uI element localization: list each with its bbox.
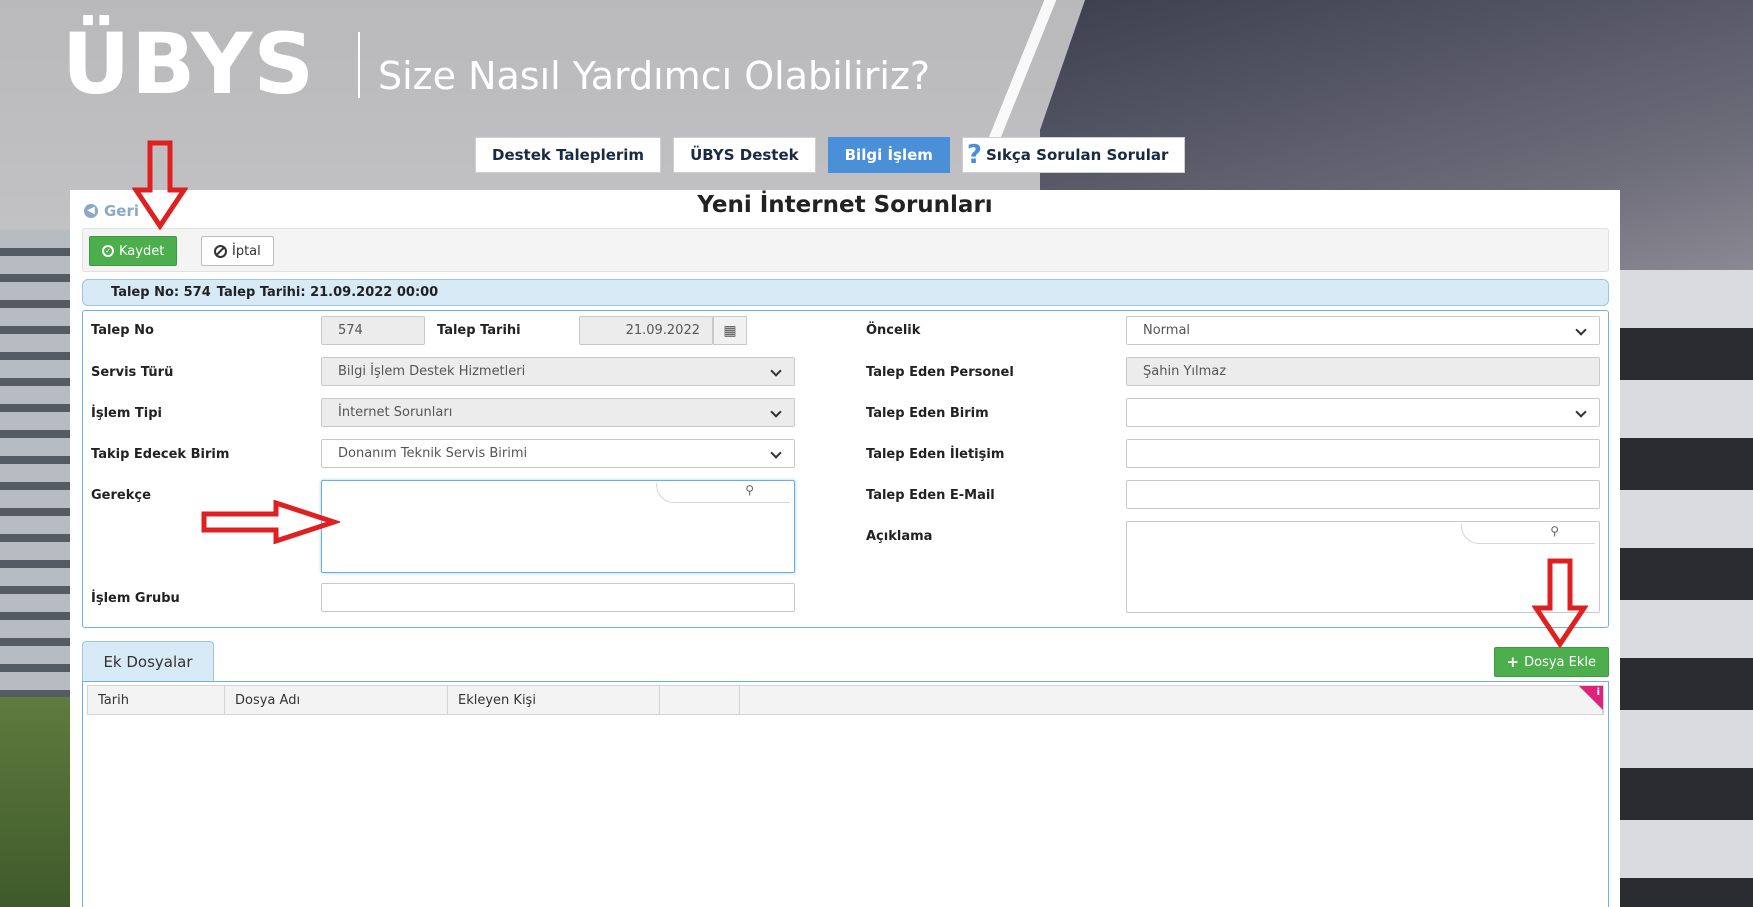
takip-edecek-birim-select[interactable]: Donanım Teknik Servis Birimi (321, 439, 795, 468)
add-file-label: Dosya Ekle (1524, 654, 1596, 670)
label-servis-turu: Servis Türü (91, 365, 174, 380)
label-islem-grubu: İşlem Grubu (91, 591, 180, 606)
tab-ek-dosyalar[interactable]: Ek Dosyalar (82, 641, 214, 681)
tab-sss[interactable]: ? Sıkça Sorulan Sorular (961, 137, 1186, 173)
label-talep-no: Talep No (91, 323, 154, 338)
label-talep-eden-personel: Talep Eden Personel (866, 365, 1014, 380)
info-talep-no: Talep No: 574 (111, 285, 211, 300)
label-islem-tipi: İşlem Tipi (91, 406, 163, 421)
main-panel: Yeni İnternet Sorunları ◀ Geri ✓ Kaydet … (70, 190, 1620, 907)
check-circle-icon: ✓ (102, 245, 114, 257)
cancel-button[interactable]: İptal (201, 236, 274, 266)
talep-eden-personel-field: Şahin Yılmaz (1126, 357, 1600, 386)
search-icon: ⚲ (1550, 524, 1559, 538)
toolbar: ✓ Kaydet İptal (82, 228, 1609, 272)
info-talep-tarihi: Talep Tarihi: 21.09.2022 00:00 (216, 285, 439, 300)
attachments-grid: Tarih Dosya Adı Ekleyen Kişi i (82, 681, 1609, 907)
page-title: Yeni İnternet Sorunları (697, 192, 993, 218)
tab-sss-label: Sıkça Sorulan Sorular (986, 146, 1169, 164)
info-icon: i (1596, 687, 1600, 698)
calendar-icon[interactable]: ▦ (713, 316, 747, 345)
gerekce-textarea[interactable]: ⚲ (321, 480, 795, 573)
request-form: Talep No 574 Talep Tarihi 21.09.2022 ▦ S… (82, 310, 1609, 628)
servis-turu-select[interactable]: Bilgi İşlem Destek Hizmetleri (321, 357, 795, 386)
background-building-right (1618, 270, 1753, 907)
tagline: Size Nasıl Yardımcı Olabiliriz? (378, 54, 931, 98)
label-talep-eden-email: Talep Eden E-Mail (866, 488, 995, 503)
save-label: Kaydet (119, 243, 165, 259)
talep-tarihi-field: 21.09.2022 (579, 316, 713, 345)
column-tarih[interactable]: Tarih (88, 686, 225, 714)
column-dosya-adi[interactable]: Dosya Adı (225, 686, 448, 714)
ban-icon (214, 244, 227, 258)
column-empty-1 (660, 686, 740, 714)
brand-separator (358, 32, 360, 98)
tab-destek-taleplerim[interactable]: Destek Taleplerim (475, 137, 662, 173)
talep-eden-email-field[interactable] (1126, 480, 1600, 509)
label-oncelik: Öncelik (866, 323, 921, 338)
arrow-left-icon: ◀ (84, 204, 98, 218)
save-button[interactable]: ✓ Kaydet (89, 236, 178, 266)
islem-tipi-select[interactable]: İnternet Sorunları (321, 398, 795, 427)
label-takip-edecek-birim: Takip Edecek Birim (91, 447, 230, 462)
background-building-left (0, 230, 70, 907)
islem-grubu-field[interactable] (321, 583, 795, 612)
annotation-arrow-down-add-file (1532, 558, 1588, 648)
brand-logo: ÜBYS (62, 15, 315, 113)
aciklama-textarea[interactable]: ⚲ (1126, 521, 1600, 613)
cancel-label: İptal (232, 243, 261, 259)
question-icon: ? (966, 140, 982, 170)
gerekce-search[interactable]: ⚲ (656, 483, 790, 503)
column-ekleyen-kisi[interactable]: Ekleyen Kişi (448, 686, 660, 714)
label-talep-tarihi: Talep Tarihi (437, 323, 521, 338)
grid-header: Tarih Dosya Adı Ekleyen Kişi i (87, 685, 1604, 715)
annotation-arrow-down-save (132, 140, 188, 230)
label-talep-eden-iletisim: Talep Eden İletişim (866, 447, 1005, 462)
add-file-button[interactable]: + Dosya Ekle (1493, 647, 1609, 677)
tab-bilgi-islem[interactable]: Bilgi İşlem (827, 137, 950, 173)
label-talep-eden-birim: Talep Eden Birim (866, 406, 989, 421)
top-nav: Destek Taleplerim ÜBYS Destek Bilgi İşle… (475, 137, 1186, 173)
annotation-arrow-right-gerekce (201, 500, 340, 544)
aciklama-search[interactable]: ⚲ (1461, 524, 1595, 544)
oncelik-select[interactable]: Normal (1126, 316, 1600, 345)
label-aciklama: Açıklama (866, 529, 933, 544)
request-info-bar: Talep No: 574 Talep Tarihi: 21.09.2022 0… (82, 279, 1609, 306)
label-gerekce: Gerekçe (91, 488, 151, 503)
talep-eden-iletisim-field[interactable] (1126, 439, 1600, 468)
attachments-tabs: Ek Dosyalar + Dosya Ekle (82, 641, 1609, 681)
column-empty-2 (740, 686, 1603, 714)
back-link[interactable]: ◀ Geri (84, 202, 139, 220)
plus-icon: + (1506, 653, 1520, 671)
tab-ubys-destek[interactable]: ÜBYS Destek (673, 137, 816, 173)
talep-eden-birim-select[interactable] (1126, 398, 1600, 427)
talep-no-field: 574 (321, 316, 425, 345)
search-icon: ⚲ (745, 483, 754, 497)
